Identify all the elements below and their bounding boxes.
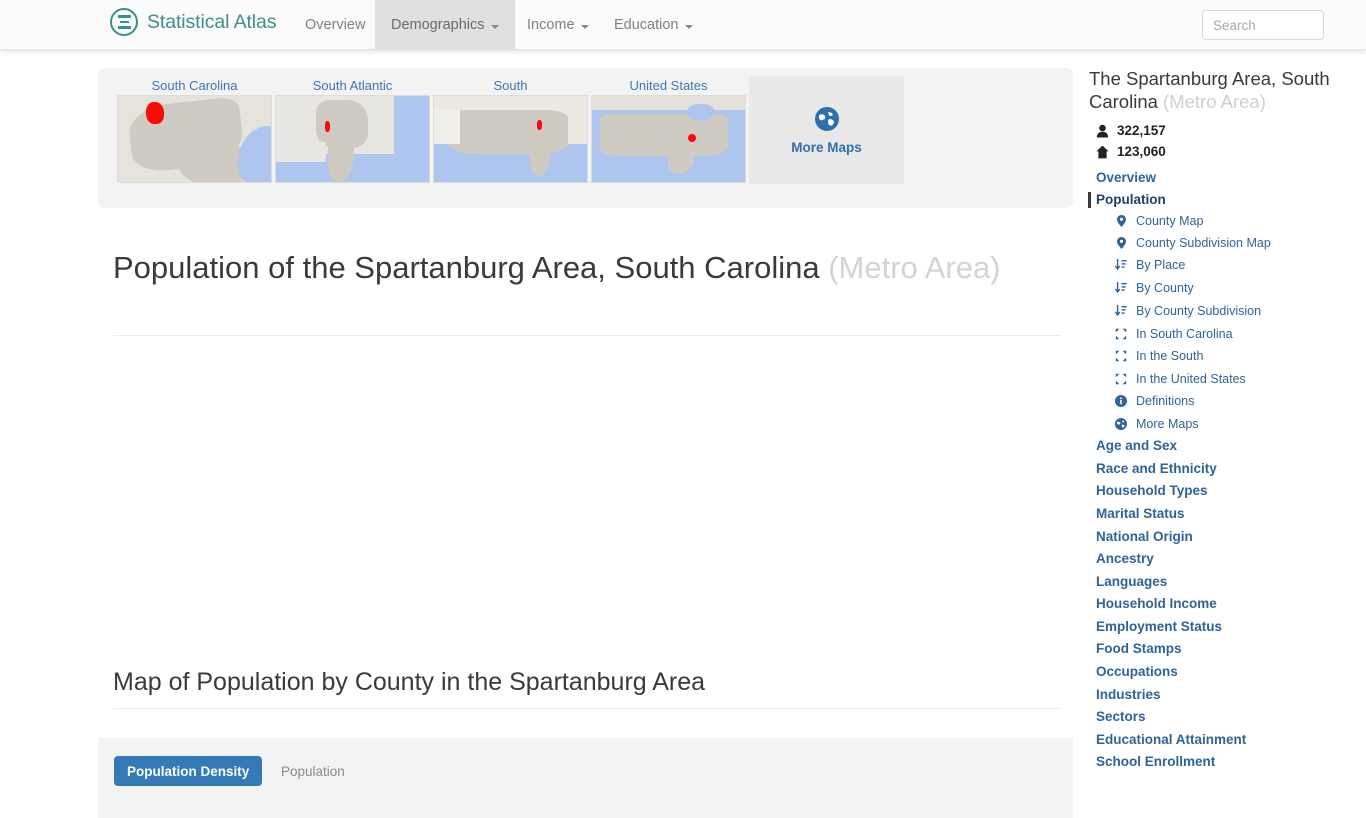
sidebar-item-overview[interactable]: Overview bbox=[1096, 170, 1156, 185]
page-title-text: Population of the Spartanburg Area, Sout… bbox=[113, 250, 820, 285]
sidebar-subitem-label: More Maps bbox=[1136, 417, 1199, 431]
nav-label: Overview bbox=[305, 17, 366, 33]
sidebar-subitem-label: In the South bbox=[1136, 349, 1204, 363]
sidebar-item-educational-attainment[interactable]: Educational Attainment bbox=[1096, 732, 1246, 747]
sidebar-subitem-definitions[interactable]: Definitions bbox=[1114, 394, 1194, 408]
sidebar-subitem-label: By County bbox=[1136, 281, 1194, 295]
sidebar-subitem-by-county-subdivision[interactable]: By County Subdivision bbox=[1114, 304, 1261, 318]
more-maps-button[interactable]: More Maps bbox=[749, 76, 904, 184]
sidebar-item-race-and-ethnicity[interactable]: Race and Ethnicity bbox=[1096, 461, 1217, 476]
sidebar-title: The Spartanburg Area, South Carolina (Me… bbox=[1089, 67, 1351, 113]
sidebar-subitem-more-maps[interactable]: More Maps bbox=[1114, 417, 1199, 431]
brand-link[interactable]: Statistical Atlas bbox=[110, 8, 277, 36]
sidebar: The Spartanburg Area, South Carolina (Me… bbox=[1080, 50, 1366, 769]
sidebar-subitem-in-the-united-states[interactable]: In the United States bbox=[1114, 372, 1246, 386]
sidebar-subitem-by-county[interactable]: By County bbox=[1114, 281, 1194, 295]
main-content: South Carolina South Atlantic South Unit… bbox=[0, 50, 1080, 818]
nav-item-income[interactable]: Income bbox=[511, 0, 605, 50]
nav-label: Education bbox=[614, 17, 679, 33]
map-section-divider bbox=[113, 708, 1060, 709]
expand-icon bbox=[1114, 328, 1128, 340]
map-thumbnail-image[interactable] bbox=[591, 95, 746, 183]
map-pin-icon bbox=[1114, 215, 1128, 227]
sidebar-subitem-county-map[interactable]: County Map bbox=[1114, 214, 1203, 228]
chevron-down-icon bbox=[490, 24, 499, 29]
chart-tab-population-density[interactable]: Population Density bbox=[114, 756, 263, 786]
stat-housing-units: 123,060 bbox=[1096, 144, 1166, 159]
map-card-south-carolina[interactable]: South Carolina bbox=[117, 76, 272, 183]
house-icon bbox=[1096, 145, 1109, 159]
sidebar-subitem-by-place[interactable]: By Place bbox=[1114, 258, 1185, 272]
sort-icon bbox=[1114, 259, 1128, 271]
sidebar-item-sectors[interactable]: Sectors bbox=[1096, 709, 1146, 724]
sidebar-subitem-label: By Place bbox=[1136, 258, 1186, 272]
sidebar-item-age-and-sex[interactable]: Age and Sex bbox=[1096, 438, 1177, 453]
sidebar-subitem-in-south-carolina[interactable]: In South Carolina bbox=[1114, 327, 1233, 341]
map-card-south[interactable]: South bbox=[433, 76, 588, 183]
stat-value: 123,060 bbox=[1117, 144, 1166, 159]
sidebar-item-industries[interactable]: Industries bbox=[1096, 687, 1161, 702]
sidebar-subitem-label: Definitions bbox=[1136, 394, 1195, 408]
map-card-label: South bbox=[493, 78, 528, 93]
stat-value: 322,157 bbox=[1117, 123, 1166, 138]
current-section-indicator bbox=[1088, 192, 1091, 208]
sidebar-item-food-stamps[interactable]: Food Stamps bbox=[1096, 641, 1182, 656]
sidebar-subitem-label: County Subdivision Map bbox=[1136, 236, 1271, 250]
sidebar-item-population[interactable]: Population bbox=[1096, 192, 1166, 207]
nav-label: Income bbox=[527, 17, 575, 33]
expand-icon bbox=[1114, 373, 1128, 385]
person-icon bbox=[1096, 124, 1109, 138]
sidebar-item-school-enrollment[interactable]: School Enrollment bbox=[1096, 754, 1215, 769]
sidebar-subitem-label: In South Carolina bbox=[1136, 327, 1233, 341]
stat-population: 322,157 bbox=[1096, 123, 1166, 138]
map-card-label: South Atlantic bbox=[312, 78, 393, 93]
search-input[interactable] bbox=[1202, 10, 1324, 40]
sidebar-title-suffix: (Metro Area) bbox=[1163, 91, 1266, 112]
map-pin-icon bbox=[1114, 237, 1128, 249]
sidebar-item-occupations[interactable]: Occupations bbox=[1096, 664, 1178, 679]
sidebar-item-household-types[interactable]: Household Types bbox=[1096, 483, 1208, 498]
nav-item-education[interactable]: Education bbox=[598, 0, 709, 50]
nav-item-demographics[interactable]: Demographics bbox=[375, 0, 515, 50]
expand-icon bbox=[1114, 350, 1128, 362]
info-icon bbox=[1114, 395, 1128, 407]
page-title-suffix: (Metro Area) bbox=[828, 250, 1001, 285]
map-card-united-states[interactable]: United States bbox=[591, 76, 746, 183]
page-title: Population of the Spartanburg Area, Sout… bbox=[113, 248, 1060, 288]
map-thumbnail-image[interactable] bbox=[117, 95, 272, 183]
nav-label: Demographics bbox=[391, 17, 485, 33]
globe-icon bbox=[1114, 418, 1128, 430]
map-card-label: South Carolina bbox=[151, 78, 238, 93]
map-thumbnail-image[interactable] bbox=[433, 95, 588, 183]
sidebar-item-languages[interactable]: Languages bbox=[1096, 574, 1167, 589]
top-navigation-bar: Statistical Atlas Overview Demographics … bbox=[0, 0, 1366, 50]
sidebar-subitem-label: County Map bbox=[1136, 214, 1204, 228]
map-thumbnails-panel: South Carolina South Atlantic South Unit… bbox=[98, 68, 1073, 208]
brand-text: Statistical Atlas bbox=[147, 10, 277, 33]
nav-item-overview[interactable]: Overview bbox=[289, 0, 381, 50]
globe-icon bbox=[813, 105, 841, 133]
more-maps-label: More Maps bbox=[791, 140, 862, 155]
sidebar-subitem-county-subdivision-map[interactable]: County Subdivision Map bbox=[1114, 236, 1271, 250]
map-card-south-atlantic[interactable]: South Atlantic bbox=[275, 76, 430, 183]
sidebar-item-household-income[interactable]: Household Income bbox=[1096, 596, 1217, 611]
sort-icon bbox=[1114, 305, 1128, 317]
statistical-atlas-logo-icon bbox=[110, 8, 138, 36]
map-thumbnail-image[interactable] bbox=[275, 95, 430, 183]
map-card-label: United States bbox=[629, 78, 708, 93]
chart-tab-population[interactable]: Population bbox=[268, 756, 358, 786]
sidebar-subitem-label: In the United States bbox=[1136, 372, 1246, 386]
sidebar-subitem-label: By County Subdivision bbox=[1136, 304, 1262, 318]
map-section-title: Map of Population by County in the Spart… bbox=[113, 668, 706, 696]
sidebar-item-ancestry[interactable]: Ancestry bbox=[1096, 551, 1154, 566]
sidebar-item-employment-status[interactable]: Employment Status bbox=[1096, 619, 1222, 634]
sidebar-item-marital-status[interactable]: Marital Status bbox=[1096, 506, 1185, 521]
chart-panel: Population Density Population bbox=[98, 738, 1073, 818]
sidebar-item-national-origin[interactable]: National Origin bbox=[1096, 529, 1193, 544]
title-divider bbox=[113, 335, 1060, 336]
sort-icon bbox=[1114, 282, 1128, 294]
chevron-down-icon bbox=[684, 24, 693, 29]
sidebar-subitem-in-the-south[interactable]: In the South bbox=[1114, 349, 1203, 363]
chevron-down-icon bbox=[580, 24, 589, 29]
